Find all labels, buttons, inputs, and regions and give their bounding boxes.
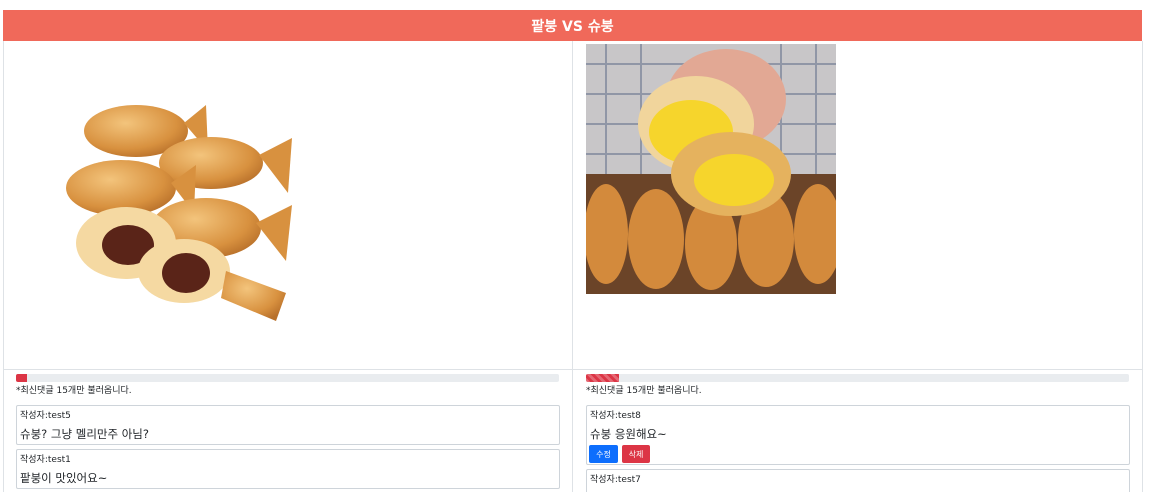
comment-item: 작성자:test7 [586, 469, 1130, 492]
red-bean-bungeoppang-image[interactable] [56, 93, 296, 323]
comment-author: 작성자:test1 [20, 455, 71, 465]
vote-progress-bar [16, 374, 559, 382]
recent-comments-note: *최신댓글 15개만 불러옵니다. [16, 386, 132, 396]
custard-bungeoppang-image[interactable] [586, 44, 836, 294]
comment-text: 팥붕이 맛있어요~ [20, 471, 108, 485]
comment-text: 슈붕? 그냥 멜리만주 아님? [20, 427, 149, 441]
vote-progress-fill [586, 374, 619, 382]
comment-item: 작성자:test1 팥붕이 맛있어요~ [16, 449, 560, 489]
page-header: 팥붕 VS 슈붕 [3, 10, 1142, 41]
vote-board: *최신댓글 15개만 불러옵니다. 작성자:test5 슈붕? 그냥 멜리만주 … [3, 41, 1143, 492]
vote-progress-bar [586, 374, 1129, 382]
comment-item: 작성자:test8 슈붕 응원해요~ 수정 삭제 [586, 405, 1130, 465]
comment-author: 작성자:test5 [20, 411, 71, 421]
comment-author: 작성자:test7 [590, 475, 641, 485]
edit-comment-button[interactable]: 수정 [589, 445, 618, 463]
page-title: 팥붕 VS 슈붕 [531, 18, 614, 35]
comment-author: 작성자:test8 [590, 411, 641, 421]
comment-item: 작성자:test5 슈붕? 그냥 멜리만주 아님? [16, 405, 560, 445]
vote-progress-fill [16, 374, 27, 382]
recent-comments-note: *최신댓글 15개만 불러옵니다. [586, 386, 702, 396]
column-divider [572, 41, 573, 492]
delete-comment-button[interactable]: 삭제 [622, 445, 650, 463]
row-divider [4, 369, 1142, 370]
comment-text: 슈붕 응원해요~ [590, 427, 667, 441]
